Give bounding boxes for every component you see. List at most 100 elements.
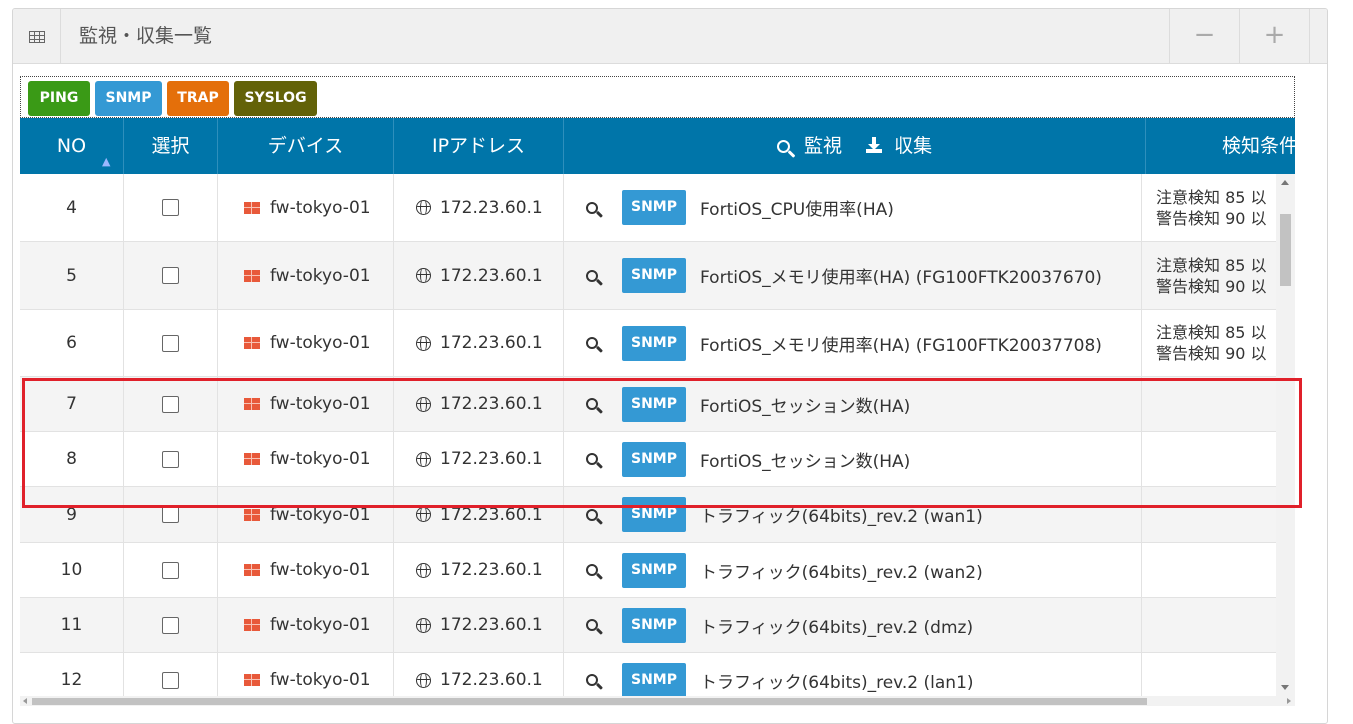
row-snmp-badge[interactable]: SNMP [622,662,686,696]
collapse-button[interactable]: − [1169,9,1239,64]
scroll-up-icon[interactable] [1281,180,1289,185]
table-row[interactable]: 12 fw-tokyo-01 172.23.60.1 SNMP トラフィック(64bit… [20,653,1276,696]
row-search-button[interactable] [586,394,598,414]
row-ip-address: 172.23.60.1 [440,615,543,635]
row-snmp-badge[interactable]: SNMP [622,325,686,361]
row-monitor-item[interactable]: FortiOS_CPU使用率(HA) [700,195,894,220]
row-condition-cell [1142,543,1276,597]
firewall-icon [244,201,260,214]
filter-tag-syslog[interactable]: SYSLOG [234,81,317,116]
row-device-name: fw-tokyo-01 [270,197,371,218]
globe-icon [416,335,431,351]
table-grid-icon [28,30,45,43]
row-monitor-cell: SNMP トラフィック(64bits)_rev.2 (dmz) [564,598,1142,652]
expand-button[interactable]: + [1239,9,1309,64]
table-row[interactable]: 5 fw-tokyo-01 172.23.60.1 SNMP FortiOS_メモリ使用… [20,242,1276,310]
vertical-scroll-thumb[interactable] [1280,214,1291,286]
row-monitor-item[interactable]: FortiOS_セッション数(HA) [700,392,910,417]
row-condition-cell: 注意検知 85 以警告検知 90 以 [1142,174,1276,241]
vertical-scrollbar[interactable] [1276,174,1295,696]
column-header-collect: 収集 [894,135,933,157]
row-monitor-item[interactable]: トラフィック(64bits)_rev.2 (dmz) [700,613,973,638]
row-select-cell [124,432,218,486]
horizontal-scrollbar[interactable] [20,696,1295,706]
row-condition-cell: 注意検知 85 以警告検知 90 以 [1142,242,1276,309]
row-monitor-cell: SNMP トラフィック(64bits)_rev.2 (wan1) [564,487,1142,542]
row-snmp-badge[interactable]: SNMP [622,386,686,422]
row-snmp-badge[interactable]: SNMP [622,190,686,225]
row-search-button[interactable] [586,505,598,525]
filter-tag-trap[interactable]: TRAP [167,81,229,116]
table-row[interactable]: 10 fw-tokyo-01 172.23.60.1 SNMP トラフィック(64bit… [20,543,1276,598]
row-select-checkbox[interactable] [162,334,179,352]
row-monitor-cell: SNMP トラフィック(64bits)_rev.2 (wan2) [564,543,1142,597]
table-row[interactable]: 9 fw-tokyo-01 172.23.60.1 SNMP トラフィック(64bits… [20,487,1276,543]
row-ip-cell: 172.23.60.1 [394,487,564,542]
row-search-button[interactable] [586,266,598,286]
row-search-button[interactable] [586,333,598,353]
search-icon [586,201,598,214]
table-row[interactable]: 8 fw-tokyo-01 172.23.60.1 SNMP FortiOS_セッション… [20,432,1276,487]
row-snmp-badge[interactable]: SNMP [622,258,686,293]
row-select-cell [124,487,218,542]
row-ip-address: 172.23.60.1 [440,560,543,580]
row-device-cell: fw-tokyo-01 [218,174,394,241]
row-select-checkbox[interactable] [162,506,179,523]
firewall-icon [244,619,260,631]
panel-header-edge [1309,9,1327,64]
row-no: 4 [20,174,124,241]
scroll-left-icon[interactable] [23,698,27,704]
table-row[interactable]: 4 fw-tokyo-01 172.23.60.1 SNMP FortiOS_CPU使用… [20,174,1276,242]
row-ip-cell: 172.23.60.1 [394,174,564,241]
row-snmp-badge[interactable]: SNMP [622,552,686,588]
row-device-cell: fw-tokyo-01 [218,310,394,376]
row-snmp-badge[interactable]: SNMP [622,497,686,532]
row-device-cell: fw-tokyo-01 [218,598,394,652]
row-device-cell: fw-tokyo-01 [218,487,394,542]
row-condition-alert: 警告検知 90 以 [1156,208,1267,228]
row-select-checkbox[interactable] [162,616,179,634]
row-select-cell [124,242,218,309]
row-select-checkbox[interactable] [162,450,179,468]
monitor-table: NO ▲ 選択 デバイス IPアドレス 監視 収集 検知条件 4 fw-tokyo… [20,118,1295,706]
table-row[interactable]: 7 fw-tokyo-01 172.23.60.1 SNMP FortiOS_セッション… [20,377,1276,432]
filter-tag-ping[interactable]: PING [28,81,90,116]
row-condition-warning: 注意検知 85 以 [1156,187,1267,207]
row-snmp-badge[interactable]: SNMP [622,607,686,643]
row-monitor-item[interactable]: トラフィック(64bits)_rev.2 (wan2) [700,558,983,583]
scroll-right-icon[interactable] [1287,698,1291,704]
row-search-button[interactable] [586,670,598,690]
row-select-cell [124,653,218,696]
row-ip-address: 172.23.60.1 [440,449,543,469]
globe-icon [416,562,431,578]
row-device-name: fw-tokyo-01 [270,333,371,353]
row-search-button[interactable] [586,449,598,469]
row-select-checkbox[interactable] [162,199,179,216]
row-monitor-item[interactable]: FortiOS_セッション数(HA) [700,447,910,472]
row-no: 11 [20,598,124,652]
row-select-cell [124,174,218,241]
firewall-icon [244,453,260,465]
row-select-checkbox[interactable] [162,561,179,579]
firewall-icon [244,398,260,410]
row-device-cell: fw-tokyo-01 [218,543,394,597]
row-search-button[interactable] [586,615,598,635]
row-monitor-item[interactable]: FortiOS_メモリ使用率(HA) (FG100FTK20037708) [700,331,1102,356]
column-header-no[interactable]: NO ▲ [20,118,124,174]
table-row[interactable]: 6 fw-tokyo-01 172.23.60.1 SNMP FortiOS_メモリ使用… [20,310,1276,377]
row-ip-cell: 172.23.60.1 [394,377,564,431]
table-row[interactable]: 11 fw-tokyo-01 172.23.60.1 SNMP トラフィック(64bit… [20,598,1276,653]
row-snmp-badge[interactable]: SNMP [622,441,686,477]
search-icon [586,337,598,349]
row-search-button[interactable] [586,560,598,580]
horizontal-scroll-thumb[interactable] [32,698,1147,705]
row-select-checkbox[interactable] [162,395,179,413]
filter-tag-snmp[interactable]: SNMP [95,81,162,116]
row-search-button[interactable] [586,198,598,218]
row-select-checkbox[interactable] [162,671,179,689]
row-select-checkbox[interactable] [162,267,179,284]
scroll-down-icon[interactable] [1281,685,1289,690]
row-monitor-item[interactable]: トラフィック(64bits)_rev.2 (wan1) [700,502,983,527]
row-monitor-item[interactable]: トラフィック(64bits)_rev.2 (lan1) [700,668,974,693]
row-monitor-item[interactable]: FortiOS_メモリ使用率(HA) (FG100FTK20037670) [700,263,1102,288]
